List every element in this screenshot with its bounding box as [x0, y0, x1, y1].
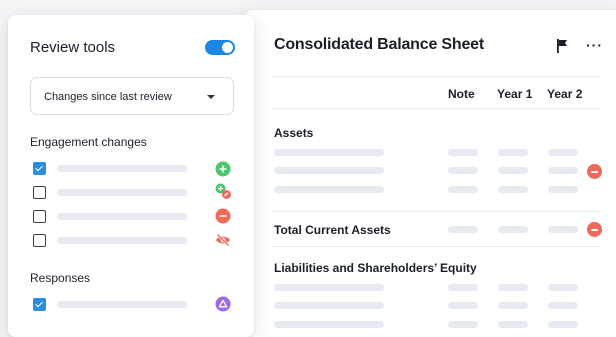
placeholder-cell	[548, 186, 578, 193]
divider	[272, 76, 600, 77]
placeholder-row	[274, 186, 384, 193]
column-header-year2: Year 2	[547, 87, 583, 101]
placeholder-cell	[498, 149, 528, 156]
section-liabilities: Liabilities and Shareholders’ Equity	[274, 261, 477, 275]
placeholder-cell	[448, 167, 478, 174]
responses-checkbox[interactable]	[33, 298, 46, 311]
placeholder-cell	[548, 302, 578, 309]
placeholder-cell	[498, 302, 528, 309]
placeholder-row	[57, 165, 187, 172]
placeholder-cell	[498, 186, 528, 193]
placeholder-cell	[448, 284, 478, 291]
engagement-checkbox-hidden[interactable]	[33, 234, 46, 247]
flag-icon[interactable]	[556, 39, 568, 53]
total-current-assets-label: Total Current Assets	[274, 223, 391, 237]
removed-change-icon[interactable]	[587, 222, 602, 237]
column-header-note: Note	[448, 87, 475, 101]
placeholder-row	[274, 284, 384, 291]
engagement-changes-label: Engagement changes	[30, 135, 147, 149]
dropdown-selected-value: Changes since last review	[44, 91, 172, 103]
hidden-eye-icon	[216, 233, 230, 247]
section-assets: Assets	[274, 126, 314, 140]
sheet-title: Consolidated Balance Sheet	[274, 36, 484, 53]
placeholder-cell	[498, 321, 528, 328]
placeholder-cell	[548, 149, 578, 156]
responses-label: Responses	[30, 271, 91, 285]
placeholder-cell	[448, 149, 478, 156]
placeholder-cell	[498, 284, 528, 291]
removed-change-icon[interactable]	[587, 164, 602, 179]
divider	[272, 108, 600, 109]
engagement-checkbox-added[interactable]	[33, 162, 46, 175]
divider	[272, 211, 600, 212]
placeholder-cell	[548, 167, 578, 174]
placeholder-cell	[548, 226, 578, 233]
placeholder-cell	[548, 321, 578, 328]
chevron-down-icon	[207, 95, 215, 99]
placeholder-row	[57, 301, 187, 308]
engagement-checkbox-edited[interactable]	[33, 186, 46, 199]
minus-circle-icon	[215, 208, 231, 224]
column-header-year1: Year 1	[497, 87, 533, 101]
placeholder-row	[274, 167, 384, 174]
add-edit-icon	[215, 183, 231, 199]
placeholder-cell	[448, 302, 478, 309]
review-tools-title: Review tools	[30, 39, 116, 56]
balance-sheet-card: Consolidated Balance Sheet ··· Note Year…	[244, 10, 616, 337]
placeholder-row	[274, 321, 384, 328]
placeholder-row	[57, 237, 187, 244]
placeholder-cell	[498, 167, 528, 174]
placeholder-cell	[448, 186, 478, 193]
triangle-alert-icon	[215, 296, 231, 312]
engagement-checkbox-removed[interactable]	[33, 210, 46, 223]
more-options-icon[interactable]: ···	[586, 38, 603, 52]
placeholder-row	[274, 149, 384, 156]
changes-filter-dropdown[interactable]: Changes since last review	[30, 77, 234, 115]
placeholder-cell	[448, 321, 478, 328]
review-tools-toggle[interactable]	[205, 40, 235, 55]
placeholder-row	[57, 213, 187, 220]
placeholder-row	[57, 189, 187, 196]
review-tools-panel: Review tools Changes since last review E…	[8, 15, 254, 337]
placeholder-cell	[448, 226, 478, 233]
divider	[272, 246, 600, 247]
placeholder-cell	[548, 284, 578, 291]
placeholder-row	[274, 302, 384, 309]
plus-circle-icon	[215, 161, 231, 177]
placeholder-cell	[498, 226, 528, 233]
